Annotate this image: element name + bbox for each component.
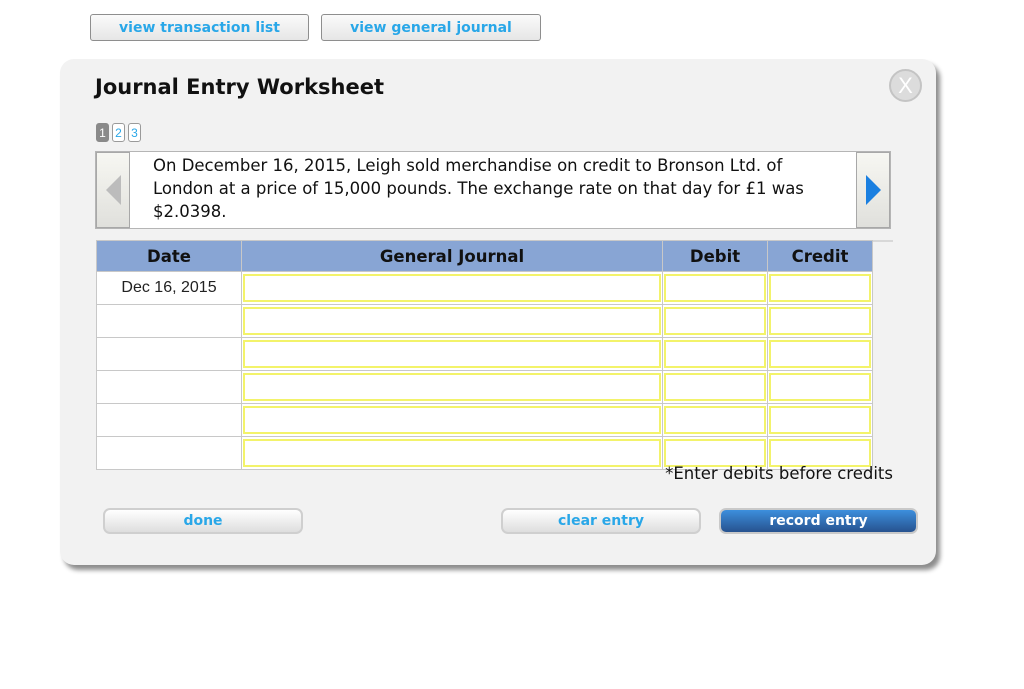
journal-entry-dialog: Journal Entry Worksheet X 1 2 3 On Decem… bbox=[60, 59, 936, 565]
clear-entry-button[interactable]: clear entry bbox=[501, 508, 701, 534]
credit-input[interactable] bbox=[769, 439, 871, 467]
credit-input-cell bbox=[767, 271, 873, 305]
credit-input-cell bbox=[767, 304, 873, 338]
debit-input-cell bbox=[662, 337, 768, 371]
journal-table: Date General Journal Debit Credit Dec 16… bbox=[96, 240, 873, 470]
credit-input-cell bbox=[767, 403, 873, 437]
credit-input-cell bbox=[767, 370, 873, 404]
date-cell bbox=[96, 304, 242, 338]
account-input-cell bbox=[241, 436, 663, 470]
debit-input[interactable] bbox=[664, 406, 766, 434]
debit-input[interactable] bbox=[664, 274, 766, 302]
account-input[interactable] bbox=[243, 274, 661, 302]
account-input[interactable] bbox=[243, 406, 661, 434]
dialog-title: Journal Entry Worksheet bbox=[95, 75, 385, 99]
table-row bbox=[96, 337, 873, 371]
previous-transaction-button[interactable] bbox=[96, 152, 130, 228]
record-entry-button[interactable]: record entry bbox=[719, 508, 918, 534]
debit-input[interactable] bbox=[664, 373, 766, 401]
header-debit: Debit bbox=[662, 240, 768, 272]
chevron-right-icon bbox=[865, 175, 881, 205]
entry-hint: *Enter debits before credits bbox=[665, 464, 893, 483]
account-input[interactable] bbox=[243, 373, 661, 401]
view-general-journal-button[interactable]: view general journal bbox=[321, 14, 541, 41]
date-cell bbox=[96, 436, 242, 470]
done-button[interactable]: done bbox=[103, 508, 303, 534]
account-input-cell bbox=[241, 271, 663, 305]
date-cell: Dec 16, 2015 bbox=[96, 271, 242, 305]
date-cell bbox=[96, 337, 242, 371]
transaction-description: On December 16, 2015, Leigh sold merchan… bbox=[153, 156, 804, 221]
header-general-journal: General Journal bbox=[241, 240, 663, 272]
account-input-cell bbox=[241, 370, 663, 404]
credit-input-cell bbox=[767, 337, 873, 371]
page-button-3[interactable]: 3 bbox=[128, 123, 141, 142]
date-cell bbox=[96, 403, 242, 437]
account-input-cell bbox=[241, 403, 663, 437]
close-icon: X bbox=[898, 72, 913, 98]
credit-input[interactable] bbox=[769, 340, 871, 368]
credit-input[interactable] bbox=[769, 406, 871, 434]
header-credit: Credit bbox=[767, 240, 873, 272]
debit-input[interactable] bbox=[664, 340, 766, 368]
table-row bbox=[96, 370, 873, 404]
debit-input[interactable] bbox=[664, 307, 766, 335]
view-transaction-list-button[interactable]: view transaction list bbox=[90, 14, 309, 41]
account-input[interactable] bbox=[243, 340, 661, 368]
debit-input[interactable] bbox=[664, 439, 766, 467]
account-input[interactable] bbox=[243, 439, 661, 467]
debit-input-cell bbox=[662, 271, 768, 305]
transaction-description-box: On December 16, 2015, Leigh sold merchan… bbox=[95, 151, 891, 229]
date-cell bbox=[96, 370, 242, 404]
entry-pager: 1 2 3 bbox=[96, 123, 141, 142]
table-row bbox=[96, 403, 873, 437]
next-transaction-button[interactable] bbox=[856, 152, 890, 228]
header-date: Date bbox=[96, 240, 242, 272]
chevron-left-icon bbox=[105, 175, 121, 205]
credit-input[interactable] bbox=[769, 307, 871, 335]
account-input[interactable] bbox=[243, 307, 661, 335]
table-row bbox=[96, 304, 873, 338]
credit-input[interactable] bbox=[769, 274, 871, 302]
page-button-2[interactable]: 2 bbox=[112, 123, 125, 142]
close-button[interactable]: X bbox=[889, 69, 922, 102]
account-input-cell bbox=[241, 337, 663, 371]
table-row: Dec 16, 2015 bbox=[96, 271, 873, 305]
debit-input-cell bbox=[662, 304, 768, 338]
credit-input[interactable] bbox=[769, 373, 871, 401]
account-input-cell bbox=[241, 304, 663, 338]
table-header-row: Date General Journal Debit Credit bbox=[96, 240, 873, 272]
debit-input-cell bbox=[662, 403, 768, 437]
debit-input-cell bbox=[662, 370, 768, 404]
page-button-1[interactable]: 1 bbox=[96, 123, 109, 142]
